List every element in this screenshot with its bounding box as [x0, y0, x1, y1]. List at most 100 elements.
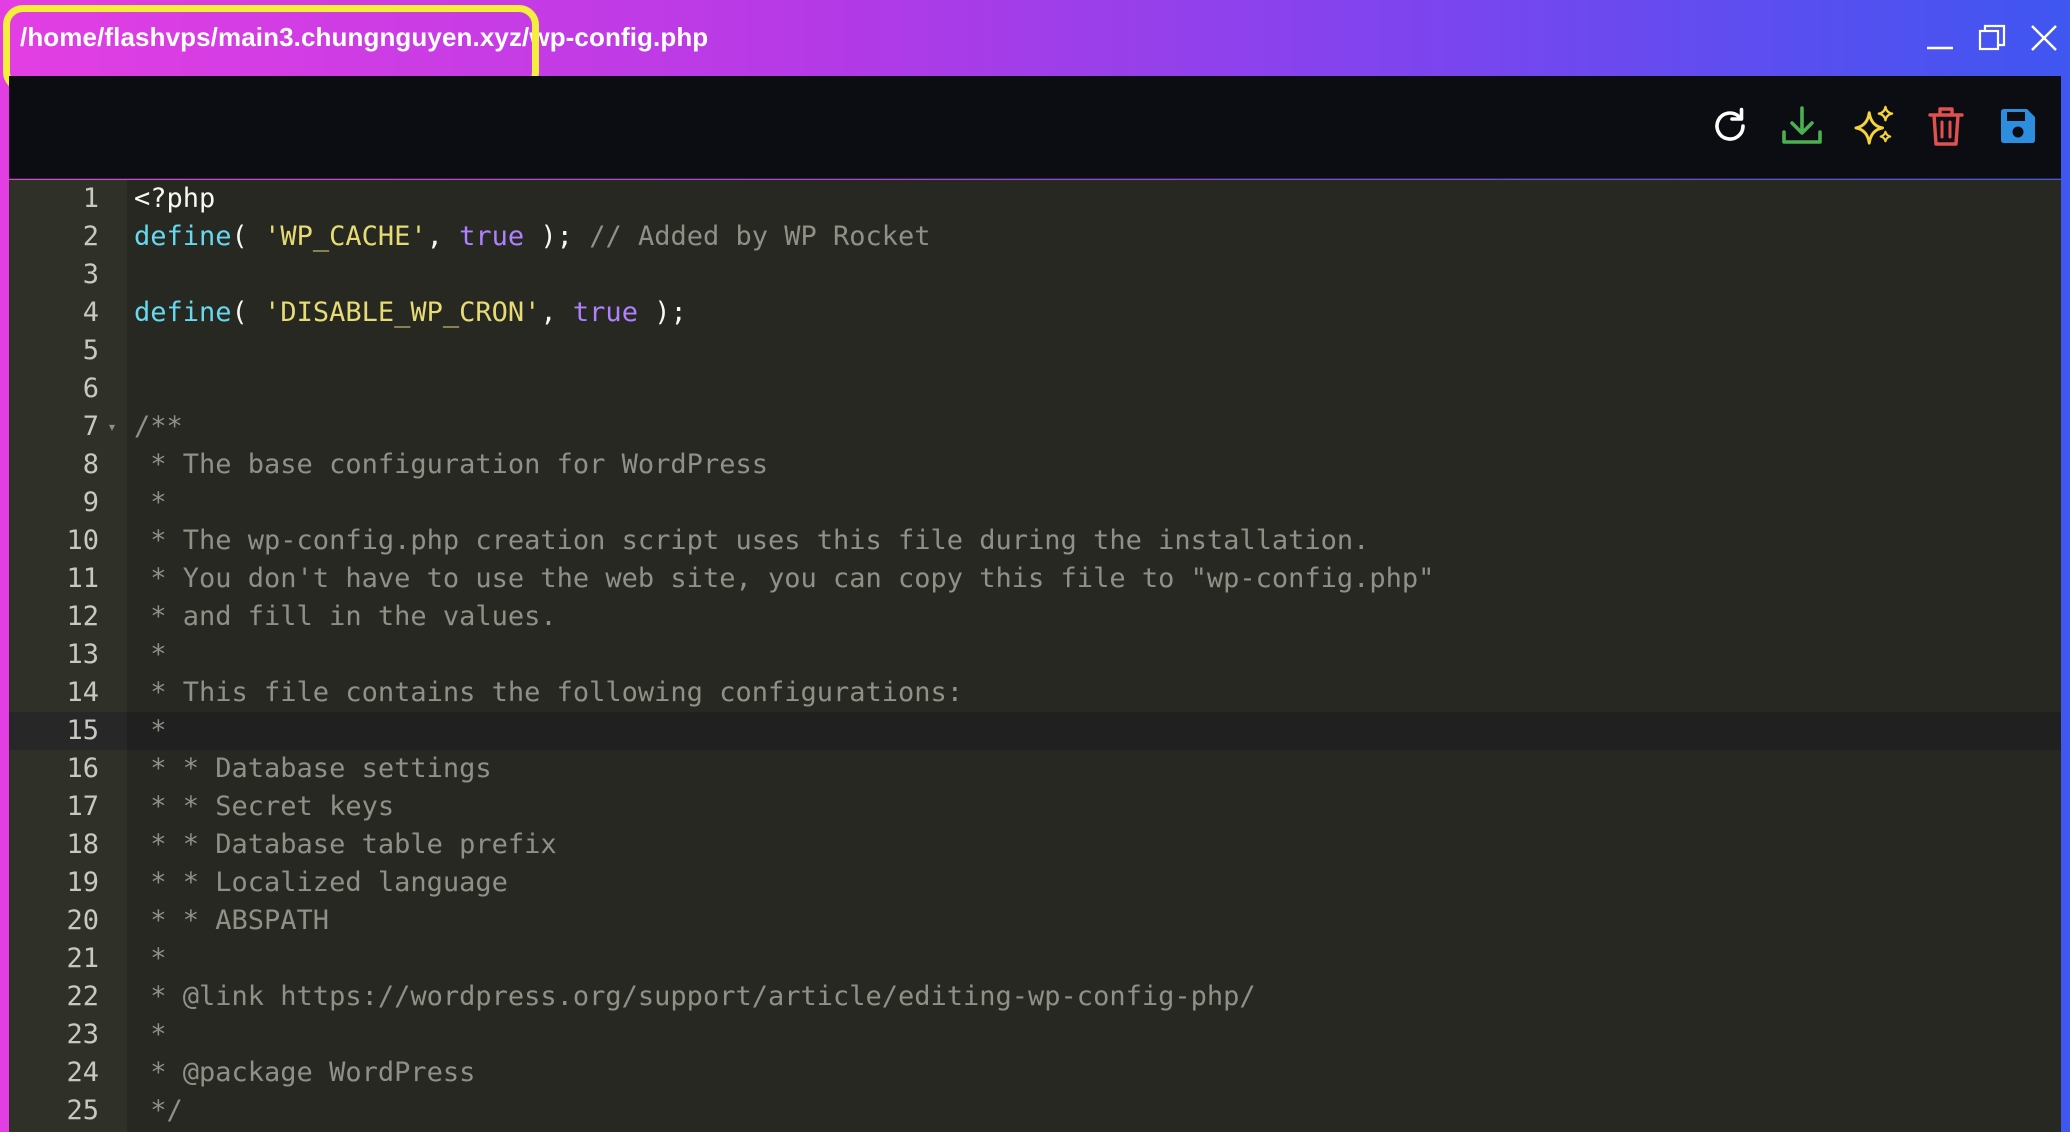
code-text: define( 'DISABLE_WP_CRON', true );: [134, 294, 687, 332]
restore-icon: [1978, 24, 2006, 51]
code-token: // Added by WP Rocket: [589, 221, 931, 252]
line-number: 16: [66, 753, 99, 784]
code-line[interactable]: 3: [9, 256, 2061, 294]
fold-arrow-icon[interactable]: ▾: [109, 420, 115, 434]
code-line[interactable]: 18 * * Database table prefix: [9, 826, 2061, 864]
title-bar: /home/flashvps/main3.chungnguyen.xyz/wp-…: [0, 0, 2070, 92]
code-text: *: [134, 484, 167, 522]
code-line[interactable]: 17 * * Secret keys: [9, 788, 2061, 826]
code-line[interactable]: 21 *: [9, 940, 2061, 978]
line-number: 3: [82, 259, 99, 290]
save-button[interactable]: [1997, 102, 2039, 150]
code-text: <?php: [134, 180, 215, 218]
code-token: (: [231, 221, 265, 252]
code-line[interactable]: 10 * The wp-config.php creation script u…: [9, 522, 2061, 560]
code-line[interactable]: 20 * * ABSPATH: [9, 902, 2061, 940]
code-token: * The wp-config.php creation script uses…: [134, 525, 1370, 556]
code-token: * You don't have to use the web site, yo…: [134, 563, 1435, 594]
close-button[interactable]: [2018, 8, 2070, 68]
code-line[interactable]: 1 <?php: [9, 180, 2061, 218]
delete-button[interactable]: [1925, 102, 1967, 150]
code-line[interactable]: 4 define( 'DISABLE_WP_CRON', true );: [9, 294, 2061, 332]
code-line[interactable]: 16 * * Database settings: [9, 750, 2061, 788]
code-text: /**: [134, 408, 183, 446]
code-line[interactable]: 7 ▾/**: [9, 408, 2061, 446]
refresh-icon: [1715, 107, 1745, 141]
trash-icon: [1928, 107, 1964, 146]
file-editor-window: /home/flashvps/main3.chungnguyen.xyz/wp-…: [0, 0, 2070, 1132]
code-token: ,: [540, 297, 573, 328]
code-token: (: [231, 297, 265, 328]
code-token: * @package WordPress: [134, 1057, 476, 1088]
code-text: */: [134, 1092, 183, 1130]
code-token: *: [134, 487, 167, 518]
code-line[interactable]: 19 * * Localized language: [9, 864, 2061, 902]
code-line[interactable]: 23 *: [9, 1016, 2061, 1054]
code-line[interactable]: 22 * @link https://wordpress.org/support…: [9, 978, 2061, 1016]
code-text: * The wp-config.php creation script uses…: [134, 522, 1369, 560]
code-lines: 1 <?php 2 define( 'WP_CACHE', true ); // Ad…: [9, 180, 2061, 1130]
line-number: 8: [82, 449, 99, 480]
code-text: *: [134, 1016, 166, 1054]
code-token: true: [459, 221, 525, 252]
code-line[interactable]: 9 *: [9, 484, 2061, 522]
line-number: 9: [82, 487, 99, 518]
close-icon: [2031, 25, 2057, 51]
line-number: 14: [66, 677, 99, 708]
code-text: define( 'WP_CACHE', true ); // Added by …: [134, 218, 931, 256]
line-number: 12: [66, 601, 99, 632]
code-text: * @link https://wordpress.org/support/ar…: [134, 978, 1256, 1016]
code-line[interactable]: 14 * This file contains the following co…: [9, 674, 2061, 712]
code-line[interactable]: 6: [9, 370, 2061, 408]
code-line[interactable]: 15 *: [9, 712, 2061, 750]
code-editor[interactable]: 1 <?php 2 define( 'WP_CACHE', true ); // Ad…: [9, 180, 2061, 1132]
line-number: 1: [82, 183, 99, 214]
code-token: <?php: [134, 183, 216, 214]
editor-toolbar: [9, 76, 2061, 179]
reload-button[interactable]: [1709, 102, 1751, 150]
line-number: 17: [66, 791, 99, 822]
ai-sparkle-button[interactable]: [1853, 102, 1895, 150]
code-token: );: [524, 221, 590, 252]
code-token: * * Secret keys: [134, 791, 395, 822]
code-text: * * Database settings: [134, 750, 491, 788]
minimize-icon: [1927, 46, 1953, 50]
code-token: */: [134, 1095, 183, 1126]
code-text: * and fill in the values.: [134, 598, 556, 636]
code-line[interactable]: 11 * You don't have to use the web site,…: [9, 560, 2061, 598]
code-token: );: [637, 297, 687, 328]
line-number: 5: [82, 335, 99, 366]
code-line[interactable]: 13 *: [9, 636, 2061, 674]
code-text: * You don't have to use the web site, yo…: [134, 560, 1434, 598]
line-number: 20: [66, 905, 99, 936]
code-line[interactable]: 8 * The base configuration for WordPress: [9, 446, 2061, 484]
code-text: * * Localized language: [134, 864, 508, 902]
minimize-button[interactable]: [1914, 8, 1966, 68]
code-token: * @link https://wordpress.org/support/ar…: [134, 981, 1256, 1012]
maximize-button[interactable]: [1966, 8, 2018, 68]
download-icon: [1782, 106, 1822, 144]
line-number: 10: [66, 525, 99, 556]
code-line[interactable]: 5: [9, 332, 2061, 370]
download-button[interactable]: [1781, 102, 1823, 150]
line-number: 15: [9, 712, 127, 750]
code-text: * * ABSPATH: [134, 902, 329, 940]
line-number: 25: [66, 1095, 99, 1126]
code-line[interactable]: 2 define( 'WP_CACHE', true ); // Added by…: [9, 218, 2061, 256]
code-text: * @package WordPress: [134, 1054, 475, 1092]
code-text: * The base configuration for WordPress: [134, 446, 768, 484]
code-line[interactable]: 24 * @package WordPress: [9, 1054, 2061, 1092]
file-path-title: /home/flashvps/main3.chungnguyen.xyz/wp-…: [20, 22, 709, 52]
code-token: * * Database table prefix: [134, 829, 557, 860]
code-token: *: [134, 943, 167, 974]
code-text: *: [134, 712, 166, 750]
code-line[interactable]: 12 * and fill in the values.: [9, 598, 2061, 636]
code-line[interactable]: 25 */: [9, 1092, 2061, 1130]
code-token: * * Localized language: [134, 867, 508, 898]
line-number: 19: [66, 867, 99, 898]
code-token: /**: [134, 411, 183, 442]
line-number: 4: [82, 297, 99, 328]
floppy-disk-icon: [2001, 109, 2035, 143]
code-token: * * ABSPATH: [134, 905, 330, 936]
code-token: 'WP_CACHE': [264, 221, 427, 252]
